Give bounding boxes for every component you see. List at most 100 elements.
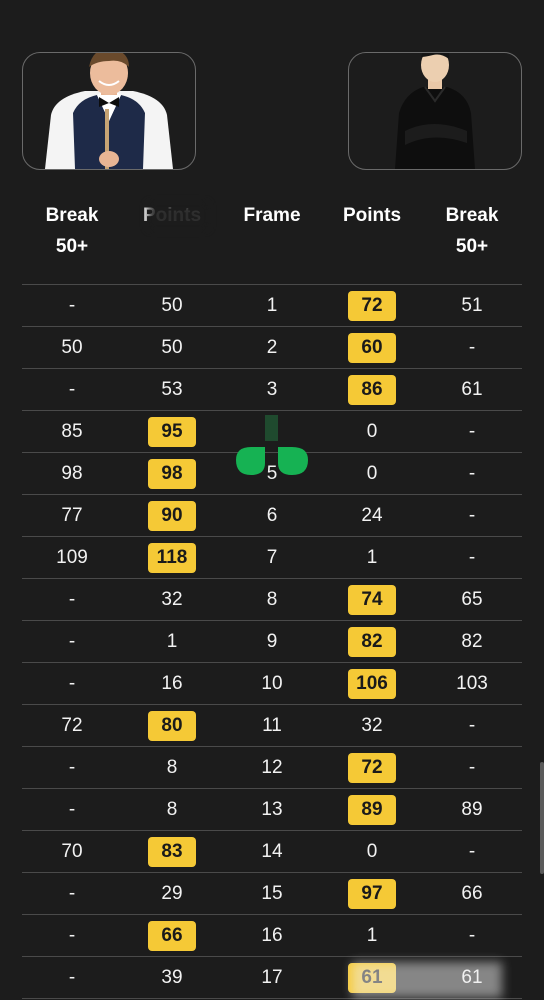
points-right-cell-value: 86 (348, 375, 396, 405)
player-card-right[interactable] (348, 52, 522, 170)
points-left-cell-value: 66 (148, 921, 196, 951)
break-right-cell: - (422, 705, 522, 746)
break-right-cell-value: - (468, 715, 476, 736)
points-left-cell: 98 (122, 453, 222, 494)
points-right-cell: 97 (322, 873, 422, 914)
points-right-cell-value: 97 (348, 879, 396, 909)
header-frame-label: Frame (243, 205, 301, 226)
points-right-cell-value: 60 (348, 333, 396, 363)
points-left-cell: 16 (122, 663, 222, 704)
break-left-cell: - (22, 285, 122, 326)
points-left-cell: 50 (122, 327, 222, 368)
break-right-cell-value: - (468, 925, 476, 946)
points-right-cell: 1 (322, 915, 422, 956)
points-right-cell-value: 0 (366, 463, 378, 484)
break-right-cell: - (422, 831, 522, 872)
frame-cell-value: 14 (261, 841, 283, 862)
points-right-cell-value: 0 (366, 421, 378, 442)
break-right-cell-value: 65 (461, 589, 483, 610)
header-break-left-line2: 50+ (55, 236, 89, 257)
break-left-cell: - (22, 915, 122, 956)
header-break-right: Break 50+ (422, 200, 522, 262)
points-right-cell: 32 (322, 705, 422, 746)
break-right-cell: 82 (422, 621, 522, 662)
blurred-header-overlay (148, 203, 208, 229)
clover-logo-icon (236, 415, 308, 475)
points-left-cell-value: 53 (161, 379, 183, 400)
frame-cell-value: 3 (266, 379, 278, 400)
points-right-cell: 106 (322, 663, 422, 704)
points-left-cell: 80 (122, 705, 222, 746)
break-left-cell-value: - (68, 883, 76, 904)
points-right-cell-value: 1 (366, 925, 378, 946)
break-left-cell-value: 77 (61, 505, 83, 526)
break-left-cell: 109 (22, 537, 122, 578)
points-right-cell: 72 (322, 747, 422, 788)
points-right-cell-value: 74 (348, 585, 396, 615)
scrollbar-thumb[interactable] (540, 762, 544, 874)
points-left-cell-value: 98 (148, 459, 196, 489)
break-left-cell-value: 70 (61, 841, 83, 862)
break-left-cell: 85 (22, 411, 122, 452)
break-left-cell: 72 (22, 705, 122, 746)
break-left-cell-value: - (68, 673, 76, 694)
frame-cell: 8 (222, 579, 322, 620)
points-left-cell-value: 29 (161, 883, 183, 904)
break-right-cell-value: 51 (461, 295, 483, 316)
break-left-cell-value: - (68, 589, 76, 610)
player-photo-left-icon (45, 53, 173, 169)
break-right-cell-value: - (468, 337, 476, 358)
points-right-cell: 0 (322, 411, 422, 452)
break-left-cell: - (22, 957, 122, 998)
frame-cell: 17 (222, 957, 322, 998)
frame-cell-value: 12 (261, 757, 283, 778)
break-left-cell-value: 72 (61, 715, 83, 736)
points-left-cell-value: 50 (161, 337, 183, 358)
break-right-cell: - (422, 411, 522, 452)
frame-cell: 12 (222, 747, 322, 788)
break-left-cell: - (22, 747, 122, 788)
break-right-cell-value: 66 (461, 883, 483, 904)
break-left-cell: - (22, 369, 122, 410)
frame-cell: 11 (222, 705, 322, 746)
frame-cell-value: 11 (262, 715, 282, 736)
frame-cell-value: 9 (266, 631, 278, 652)
points-left-cell: 83 (122, 831, 222, 872)
break-right-cell-value: - (468, 757, 476, 778)
points-right-cell: 74 (322, 579, 422, 620)
break-right-cell-value: 82 (461, 631, 483, 652)
frame-cell: 10 (222, 663, 322, 704)
player-card-left[interactable] (22, 52, 196, 170)
points-left-cell-value: 90 (148, 501, 196, 531)
points-right-cell: 1 (322, 537, 422, 578)
frame-cell: 14 (222, 831, 322, 872)
points-left-cell: 53 (122, 369, 222, 410)
points-left-cell: 8 (122, 789, 222, 830)
points-right-cell-value: 89 (348, 795, 396, 825)
header-frame: Frame (222, 200, 322, 231)
points-right-cell-value: 0 (366, 841, 378, 862)
frame-cell-value: 1 (266, 295, 278, 316)
points-left-cell-value: 1 (166, 631, 178, 652)
frames-table: -50172515050260--5338661859540-989850-77… (22, 284, 522, 999)
break-right-cell: - (422, 537, 522, 578)
break-left-cell-value: - (68, 631, 76, 652)
points-left-cell: 32 (122, 579, 222, 620)
points-right-cell: 82 (322, 621, 422, 662)
points-right-cell: 89 (322, 789, 422, 830)
watermark-overlay (352, 962, 502, 998)
points-right-cell: 0 (322, 831, 422, 872)
points-left-cell-value: 83 (148, 837, 196, 867)
points-right-cell-value: 72 (348, 753, 396, 783)
break-right-cell: - (422, 495, 522, 536)
break-right-cell: 103 (422, 663, 522, 704)
break-right-cell-value: 89 (461, 799, 483, 820)
break-left-cell-value: - (68, 967, 76, 988)
points-left-cell: 29 (122, 873, 222, 914)
points-left-cell: 118 (122, 537, 222, 578)
break-left-cell-value: 85 (61, 421, 83, 442)
table-row: - 1 9 82 82 (22, 621, 522, 663)
frame-cell: 15 (222, 873, 322, 914)
frame-cell-value: 17 (261, 967, 283, 988)
break-left-cell-value: 109 (56, 547, 88, 568)
